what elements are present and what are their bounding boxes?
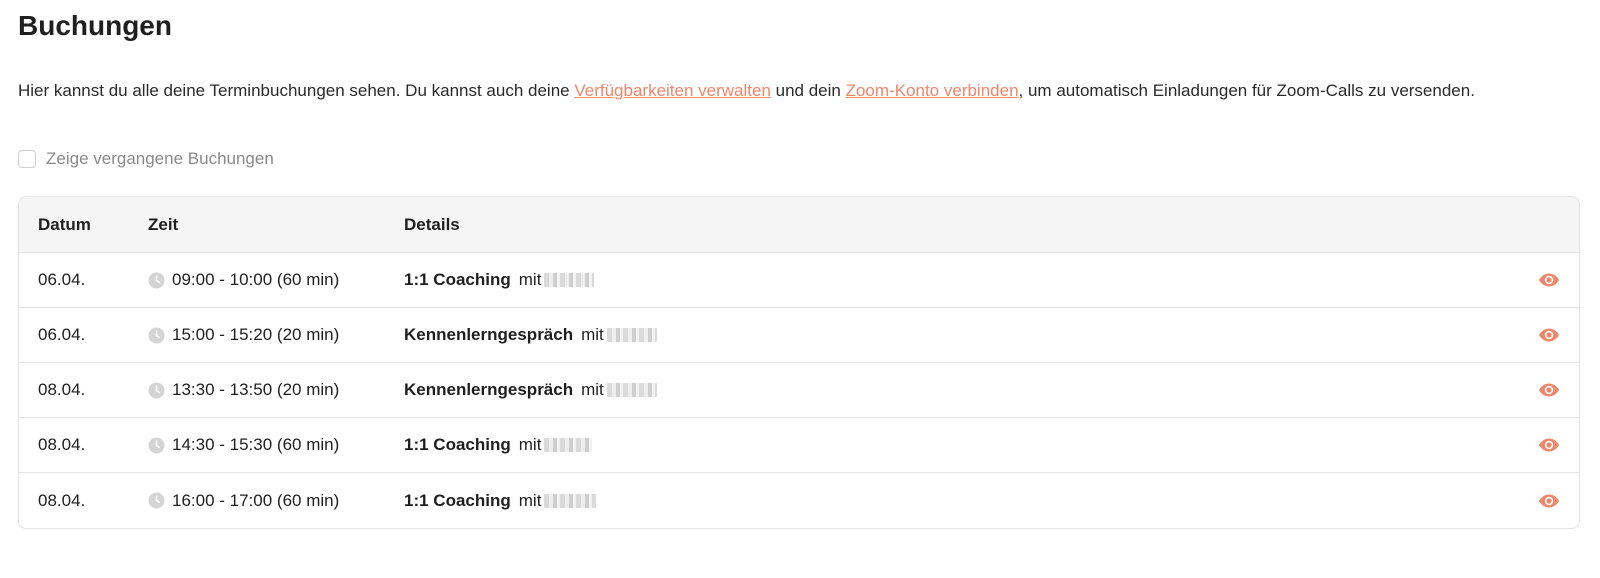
- redacted-name: [544, 438, 593, 452]
- clock-icon: [148, 437, 165, 454]
- booking-date: 06.04.: [38, 325, 86, 344]
- booking-time-cell: 16:00 - 17:00 (60 min): [148, 491, 404, 511]
- booking-date: 08.04.: [38, 435, 86, 454]
- redacted-name: [606, 383, 657, 397]
- show-past-bookings-checkbox[interactable]: [18, 150, 36, 168]
- eye-icon: [1539, 328, 1559, 342]
- clock-icon: [148, 327, 165, 344]
- eye-icon: [1539, 383, 1559, 397]
- connect-zoom-link[interactable]: Zoom-Konto verbinden: [846, 81, 1019, 100]
- eye-icon: [1539, 273, 1559, 287]
- header-details: Details: [404, 214, 460, 234]
- booking-with-label: mit: [518, 490, 542, 510]
- booking-with-label: mit: [518, 270, 542, 289]
- view-booking-button[interactable]: [1537, 378, 1561, 402]
- intro-text-part: , um automatisch Einladungen für Zoom-Ca…: [1018, 81, 1475, 100]
- table-header: Datum Zeit Details: [19, 197, 1579, 253]
- booking-details: 1:1 Coaching mit: [404, 491, 1519, 511]
- booking-event-name: Kennenlerngespräch: [404, 325, 574, 344]
- booking-action-cell: [1519, 378, 1579, 402]
- redacted-name: [544, 273, 595, 287]
- table-row: 08.04. 16:00 - 17:00 (60 min) 1:1 Coachi…: [19, 473, 1579, 528]
- redacted-name: [544, 493, 597, 508]
- booking-time: 13:30 - 13:50 (20 min): [172, 380, 340, 399]
- booking-time: 14:30 - 15:30 (60 min): [172, 435, 340, 454]
- view-booking-button[interactable]: [1537, 489, 1561, 513]
- booking-time: 16:00 - 17:00 (60 min): [172, 490, 340, 510]
- booking-action-cell: [1519, 323, 1579, 347]
- booking-time-cell: 14:30 - 15:30 (60 min): [148, 435, 404, 455]
- booking-event-name: 1:1 Coaching: [404, 270, 511, 289]
- show-past-bookings-toggle[interactable]: Zeige vergangene Buchungen: [18, 147, 1582, 171]
- booking-date: 08.04.: [38, 380, 86, 399]
- header-date: Datum: [38, 214, 91, 234]
- booking-details: 1:1 Coaching mit: [404, 270, 1519, 290]
- clock-icon: [148, 382, 165, 399]
- booking-date: 06.04.: [38, 270, 86, 289]
- clock-icon: [148, 272, 165, 289]
- booking-event-name: 1:1 Coaching: [404, 435, 511, 454]
- clock-icon: [148, 492, 165, 509]
- booking-details: Kennenlerngespräch mit: [404, 380, 1519, 400]
- booking-action-cell: [1519, 433, 1579, 457]
- redacted-name: [606, 328, 657, 342]
- intro-text-part: Hier kannst du alle deine Terminbuchunge…: [18, 81, 575, 100]
- booking-time-cell: 15:00 - 15:20 (20 min): [148, 325, 404, 345]
- booking-time-cell: 09:00 - 10:00 (60 min): [148, 270, 404, 290]
- view-booking-button[interactable]: [1537, 433, 1561, 457]
- table-row: 08.04. 13:30 - 13:50 (20 min) Kennenlern…: [19, 363, 1579, 418]
- intro-text: Hier kannst du alle deine Terminbuchunge…: [18, 78, 1538, 103]
- booking-date: 08.04.: [38, 490, 86, 510]
- booking-time-cell: 13:30 - 13:50 (20 min): [148, 380, 404, 400]
- booking-details: Kennenlerngespräch mit: [404, 325, 1519, 345]
- view-booking-button[interactable]: [1537, 268, 1561, 292]
- booking-time: 09:00 - 10:00 (60 min): [172, 270, 340, 289]
- show-past-bookings-label[interactable]: Zeige vergangene Buchungen: [46, 149, 274, 169]
- header-time: Zeit: [148, 214, 179, 234]
- bookings-page: Buchungen Hier kannst du alle deine Term…: [0, 0, 1600, 529]
- booking-event-name: Kennenlerngespräch: [404, 380, 574, 399]
- table-row: 06.04. 09:00 - 10:00 (60 min) 1:1 Coachi…: [19, 253, 1579, 308]
- booking-action-cell: [1519, 489, 1579, 513]
- table-row: 08.04. 14:30 - 15:30 (60 min) 1:1 Coachi…: [19, 418, 1579, 473]
- manage-availability-link[interactable]: Verfügbarkeiten verwalten: [574, 81, 771, 100]
- booking-details: 1:1 Coaching mit: [404, 435, 1519, 455]
- eye-icon: [1539, 438, 1559, 452]
- view-booking-button[interactable]: [1537, 323, 1561, 347]
- eye-icon: [1539, 494, 1559, 507]
- booking-with-label: mit: [518, 435, 542, 454]
- bookings-table: Datum Zeit Details 06.04. 09:00 - 10:00 …: [18, 196, 1580, 529]
- page-title: Buchungen: [18, 10, 172, 41]
- booking-with-label: mit: [581, 325, 604, 344]
- booking-action-cell: [1519, 268, 1579, 292]
- booking-time: 15:00 - 15:20 (20 min): [172, 325, 340, 344]
- booking-with-label: mit: [581, 380, 604, 399]
- booking-event-name: 1:1 Coaching: [404, 490, 511, 510]
- table-row: 06.04. 15:00 - 15:20 (20 min) Kennenlern…: [19, 308, 1579, 363]
- intro-text-part: und dein: [770, 81, 846, 100]
